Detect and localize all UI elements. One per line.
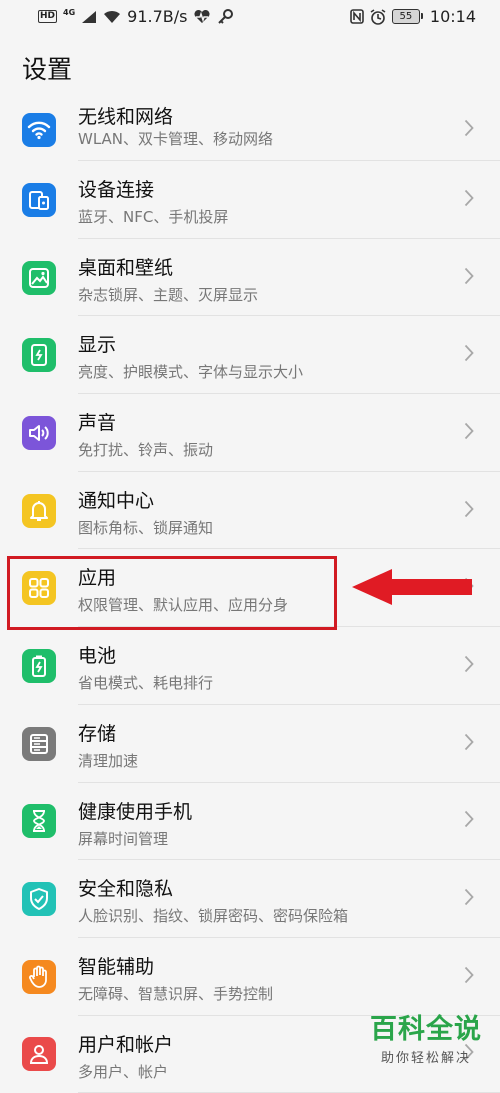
alarm-icon xyxy=(370,8,386,25)
hd-badge: HD xyxy=(38,10,58,23)
settings-item-subtitle: 多用户、帐户 xyxy=(78,1062,169,1081)
settings-item-3[interactable]: 桌面和壁纸杂志锁屏、主题、灭屏显示 xyxy=(0,238,500,317)
user-icon xyxy=(22,1037,56,1072)
chevron-right-icon xyxy=(464,267,474,289)
shield-icon xyxy=(22,882,56,917)
settings-item-subtitle: 图标角标、锁屏通知 xyxy=(78,518,214,537)
settings-item-1[interactable]: 无线和网络 WLAN、双卡管理、移动网络 xyxy=(0,98,500,161)
key-icon xyxy=(218,8,234,24)
settings-item-subtitle: 无障碍、智慧识屏、手势控制 xyxy=(78,984,274,1003)
settings-item-subtitle: 免打扰、铃声、振动 xyxy=(78,441,214,460)
settings-item-label: 安全和隐私 xyxy=(78,878,174,901)
battery-icon xyxy=(22,648,56,683)
settings-item-subtitle: 屏幕时间管理 xyxy=(78,829,169,848)
settings-item-subtitle: 清理加速 xyxy=(78,751,139,770)
chevron-right-icon xyxy=(464,810,474,832)
settings-item-subtitle: WLAN、双卡管理、移动网络 xyxy=(78,130,274,148)
settings-item-label: 设备连接 xyxy=(78,179,155,201)
page-title: 设置 xyxy=(22,55,73,84)
chevron-right-icon xyxy=(464,422,474,444)
settings-item-label: 智能辅助 xyxy=(78,955,155,978)
settings-item-2[interactable]: 设备连接蓝牙、NFC、手机投屏 xyxy=(0,161,500,239)
chevron-right-icon xyxy=(464,966,474,988)
settings-item-label: 声音 xyxy=(78,412,117,435)
settings-item-label: 无线和网络 xyxy=(78,106,174,128)
settings-item-subtitle: 蓝牙、NFC、手机投屏 xyxy=(78,208,229,226)
wifi-icon xyxy=(22,112,56,147)
settings-item-5[interactable]: 声音免打扰、铃声、振动 xyxy=(0,394,500,472)
chevron-right-icon xyxy=(464,119,474,141)
device-connect-icon xyxy=(22,182,56,217)
settings-item-9[interactable]: 存储 清理加速 xyxy=(0,704,500,783)
chevron-right-icon xyxy=(464,655,474,677)
status-bar: HD 4G 91.7B/s 55 10:14 xyxy=(0,0,500,36)
wifi-status-icon xyxy=(104,10,121,23)
annotation-arrow xyxy=(352,569,472,605)
chevron-right-icon xyxy=(464,733,474,755)
status-time: 10:14 xyxy=(429,7,476,26)
display-icon xyxy=(22,338,56,373)
status-right: 55 10:14 xyxy=(350,7,476,26)
settings-item-label: 桌面和壁纸 xyxy=(78,256,174,279)
nfc-icon xyxy=(350,9,364,24)
settings-item-label: 电池 xyxy=(78,645,117,668)
sound-icon xyxy=(22,415,56,450)
settings-item-subtitle: 省电模式、耗电排行 xyxy=(78,674,214,693)
watermark: 百科全说 助你轻松解决 xyxy=(370,1007,482,1066)
watermark-title: 百科全说 xyxy=(370,1014,482,1045)
settings-item-8[interactable]: 电池省电模式、耗电排行 xyxy=(0,627,500,705)
settings-item-11[interactable]: 安全和隐私人脸识别、指纹、锁屏密码、密码保险箱 xyxy=(0,860,500,938)
hand-icon xyxy=(22,959,56,994)
chevron-right-icon xyxy=(464,888,474,910)
chevron-right-icon xyxy=(464,189,474,211)
settings-item-subtitle: 杂志锁屏、主题、灭屏显示 xyxy=(78,285,259,304)
settings-item-6[interactable]: 通知中心图标角标、锁屏通知 xyxy=(0,471,500,550)
watermark-subtitle: 助你轻松解决 xyxy=(380,1051,471,1066)
highlight-box xyxy=(7,556,337,630)
settings-item-label: 通知中心 xyxy=(78,489,155,512)
network-type: 4G xyxy=(63,8,76,17)
signal-icon xyxy=(82,10,97,23)
hourglass-icon xyxy=(22,804,56,839)
settings-item-10[interactable]: 健康使用手机屏幕时间管理 xyxy=(0,782,500,861)
settings-item-4[interactable]: 显示亮度、护眼模式、字体与显示大小 xyxy=(0,316,500,395)
net-speed: 91.7B/s xyxy=(127,7,188,26)
chevron-right-icon xyxy=(464,500,474,522)
notification-bell-icon xyxy=(22,493,56,528)
heart-rate-icon xyxy=(194,9,211,23)
storage-icon xyxy=(22,726,56,761)
settings-item-label: 存储 xyxy=(78,722,117,745)
chevron-right-icon xyxy=(464,344,474,366)
status-left: HD 4G 91.7B/s xyxy=(38,7,234,26)
settings-item-label: 显示 xyxy=(78,334,117,357)
settings-item-label: 健康使用手机 xyxy=(78,800,193,823)
settings-item-label: 用户和帐户 xyxy=(78,1033,174,1056)
settings-item-12[interactable]: 智能辅助无障碍、智慧识屏、手势控制 xyxy=(0,937,500,1016)
battery-indicator: 55 xyxy=(391,9,423,24)
wallpaper-icon xyxy=(22,260,56,295)
settings-item-subtitle: 亮度、护眼模式、字体与显示大小 xyxy=(78,363,304,382)
settings-item-subtitle: 人脸识别、指纹、锁屏密码、密码保险箱 xyxy=(78,907,349,926)
title-bar: 设置 xyxy=(0,36,500,98)
